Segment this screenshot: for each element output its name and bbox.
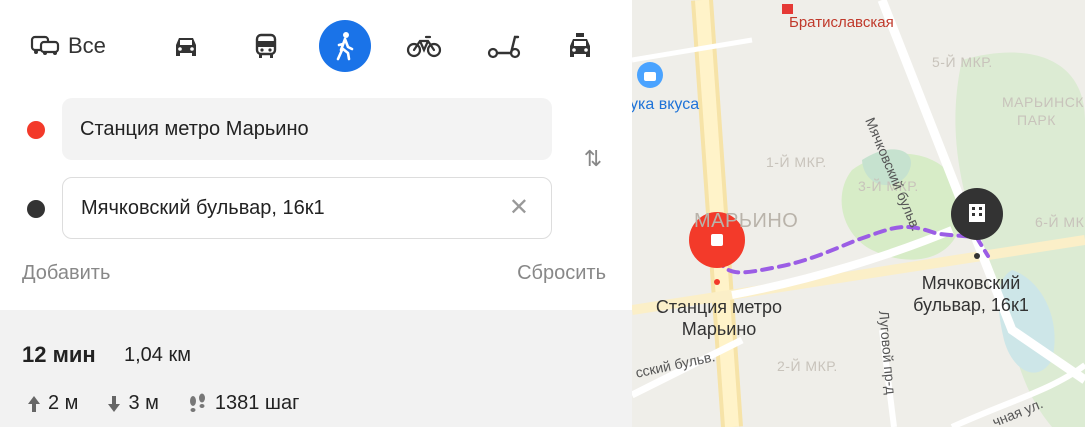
mode-car-button[interactable] <box>166 20 206 72</box>
end-label-line2: бульвар, 16к1 <box>913 295 1029 315</box>
to-value: Мячковский бульвар, 16к1 <box>81 196 325 219</box>
swap-route-button[interactable]: ⇅ <box>578 146 608 176</box>
transport-mode-bar: Все <box>20 20 612 72</box>
route-stats: 2 м 3 м 1381 шаг <box>26 392 299 415</box>
mode-bicycle-button[interactable] <box>402 20 446 72</box>
metro-station-label[interactable]: Братиславская <box>789 14 894 31</box>
add-point-link[interactable]: Добавить <box>22 262 110 285</box>
ascent-icon <box>28 395 40 412</box>
district-label: 5-Й МКР. <box>932 54 993 70</box>
route-time: 12 мин <box>22 342 96 367</box>
scooter-icon <box>487 35 521 59</box>
bicycle-icon <box>406 35 442 58</box>
from-point-dot <box>27 121 45 139</box>
start-label-line2: Марьино <box>681 319 757 339</box>
swap-icon: ⇅ <box>583 146 603 171</box>
footsteps-icon <box>189 393 205 412</box>
mode-bus-button[interactable] <box>246 20 286 72</box>
map-view[interactable]: Братиславская ука вкуса 5-Й МКР. МАРЬИНС… <box>632 0 1085 427</box>
all-transport-icon <box>30 35 60 55</box>
start-label-line1: Станция метро <box>655 297 783 317</box>
car-icon <box>176 38 196 56</box>
mode-walk-button[interactable] <box>319 20 371 72</box>
district-label: 2-Й МКР. <box>777 358 838 374</box>
district-label: 6-Й МКР. <box>1035 214 1085 230</box>
end-label-line1: Мячковский <box>921 273 1021 293</box>
walk-icon <box>336 32 354 61</box>
district-label: МАРЬИНСК <box>1002 94 1084 110</box>
descent-value: 3 м <box>128 392 159 414</box>
district-label: 1-Й МКР. <box>766 154 827 170</box>
mode-scooter-button[interactable] <box>482 20 526 72</box>
end-point-label[interactable]: Мячковский бульвар, 16к1 <box>886 272 1056 316</box>
start-point-label[interactable]: Станция метро Марьино <box>634 296 804 340</box>
ascent-value: 2 м <box>48 392 79 414</box>
to-field[interactable]: Мячковский бульвар, 16к1 ✕ <box>62 177 552 239</box>
district-label: МАРЬИНО <box>694 210 799 232</box>
taxi-icon <box>570 33 590 57</box>
route-summary-card[interactable]: 12 мин 1,04 км 2 м 3 м 1381 шаг <box>0 310 632 427</box>
steps-value: 1381 шаг <box>214 392 300 414</box>
mode-all-label: Все <box>68 33 106 58</box>
mode-taxi-button[interactable] <box>560 20 600 72</box>
shop-label[interactable]: ука вкуса <box>632 96 699 114</box>
mode-all-button[interactable]: Все <box>30 20 130 72</box>
bus-icon <box>255 33 277 58</box>
route-panel: Все Станция метро Марьино ⇅ Мячковский б… <box>0 0 632 427</box>
clear-icon[interactable]: ✕ <box>509 195 529 221</box>
descent-icon <box>108 395 121 412</box>
district-label: ПАРК <box>1017 112 1056 128</box>
to-point-dot <box>27 200 45 218</box>
route-distance: 1,04 км <box>124 344 191 366</box>
from-value: Станция метро Марьино <box>80 117 309 140</box>
from-field[interactable]: Станция метро Марьино <box>62 98 552 160</box>
reset-link[interactable]: Сбросить <box>517 262 606 285</box>
